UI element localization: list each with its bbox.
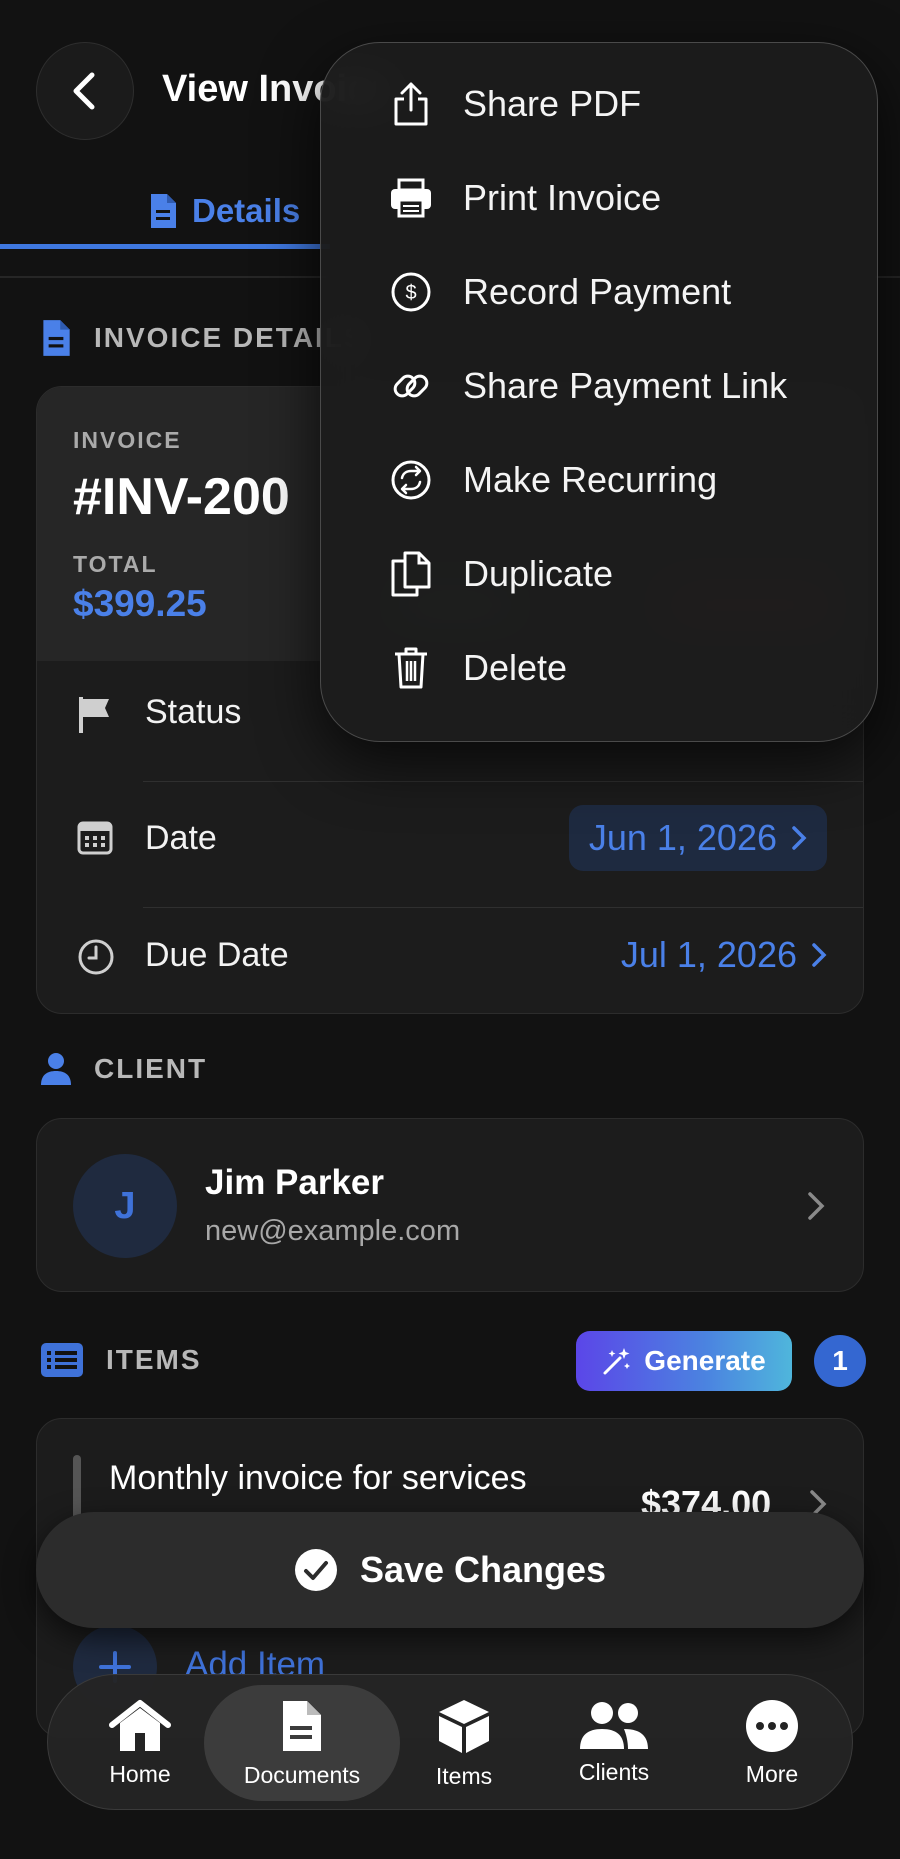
status-label: Status — [145, 693, 242, 731]
chevron-right-icon — [792, 826, 807, 850]
person-icon — [41, 1053, 71, 1085]
tab-more[interactable]: More — [716, 1675, 828, 1811]
checkmark-circle-icon — [294, 1549, 337, 1591]
menu-item-print-invoice[interactable]: Print Invoice — [321, 151, 877, 245]
document-icon — [283, 1700, 321, 1751]
client-card[interactable]: J Jim Parker new@example.com — [36, 1118, 864, 1292]
actions-menu: Share PDF Print Invoice $ Record Payment… — [320, 42, 878, 742]
house-icon — [109, 1699, 171, 1751]
due-date-value: Jul 1, 2026 — [620, 934, 797, 975]
date-row[interactable]: Date Jun 1, 2026 — [37, 805, 863, 871]
menu-item-make-recurring[interactable]: Make Recurring — [321, 433, 877, 527]
date-value: Jun 1, 2026 — [588, 817, 777, 858]
list-icon — [41, 1343, 83, 1377]
invoice-number: #INV-200 — [73, 468, 290, 526]
bottom-tab-bar: Home Documents Items Clients More — [47, 1674, 853, 1810]
tab-items[interactable]: Items — [408, 1675, 520, 1811]
avatar: J — [73, 1154, 177, 1258]
tab-home[interactable]: Home — [84, 1675, 196, 1811]
save-changes-button[interactable]: Save Changes — [36, 1512, 864, 1628]
chevron-left-icon — [73, 72, 95, 110]
dollar-circle-icon: $ — [387, 268, 435, 316]
total-label: TOTAL — [73, 551, 158, 577]
tab-details[interactable]: Details — [148, 192, 300, 230]
date-label: Date — [145, 819, 217, 857]
repeat-icon — [387, 456, 435, 504]
link-icon — [387, 362, 435, 410]
clock-icon — [78, 939, 114, 975]
client-heading: CLIENT — [40, 1052, 207, 1086]
share-icon — [387, 80, 435, 128]
menu-item-duplicate[interactable]: Duplicate — [321, 527, 877, 621]
back-button[interactable] — [36, 42, 134, 140]
box-icon — [439, 1699, 489, 1753]
total-value: $399.25 — [73, 583, 207, 624]
document-icon — [43, 320, 70, 356]
invoice-label: INVOICE — [73, 427, 182, 453]
tab-indicator — [0, 244, 330, 249]
tab-details-label: Details — [192, 192, 301, 229]
duplicate-icon — [387, 550, 435, 598]
divider — [143, 781, 863, 782]
chevron-right-icon — [808, 1192, 825, 1220]
items-count-badge: 1 — [814, 1335, 866, 1387]
date-picker[interactable]: Jun 1, 2026 — [568, 805, 827, 871]
generate-label: Generate — [644, 1345, 766, 1376]
due-date-row[interactable]: Due Date Jul 1, 2026 — [37, 928, 863, 988]
menu-item-share-payment-link[interactable]: Share Payment Link — [321, 339, 877, 433]
trash-icon — [387, 644, 435, 692]
client-email: new@example.com — [205, 1215, 461, 1247]
magic-wand-icon — [603, 1348, 631, 1375]
items-heading: ITEMS — [40, 1342, 202, 1378]
invoice-details-heading: INVOICE DETAILS — [40, 318, 365, 358]
menu-item-share-pdf[interactable]: Share PDF — [321, 57, 877, 151]
menu-item-delete[interactable]: Delete — [321, 621, 877, 715]
tab-clients[interactable]: Clients — [554, 1675, 674, 1811]
more-icon — [746, 1699, 798, 1752]
document-icon — [151, 194, 176, 228]
chevron-right-icon — [812, 943, 827, 967]
tab-documents[interactable]: Documents — [204, 1675, 400, 1811]
people-icon — [580, 1701, 648, 1749]
due-date-label: Due Date — [145, 936, 289, 974]
calendar-icon — [77, 821, 113, 855]
generate-button[interactable]: Generate — [576, 1331, 792, 1391]
client-name: Jim Parker — [205, 1163, 385, 1202]
item-description[interactable]: Monthly invoice for services — [109, 1459, 527, 1498]
svg-text:$: $ — [405, 282, 416, 304]
save-changes-label: Save Changes — [359, 1549, 607, 1590]
menu-item-record-payment[interactable]: $ Record Payment — [321, 245, 877, 339]
flag-icon — [79, 697, 109, 733]
due-date-picker[interactable]: Jul 1, 2026 — [621, 934, 827, 976]
divider — [143, 907, 863, 908]
printer-icon — [387, 174, 435, 222]
